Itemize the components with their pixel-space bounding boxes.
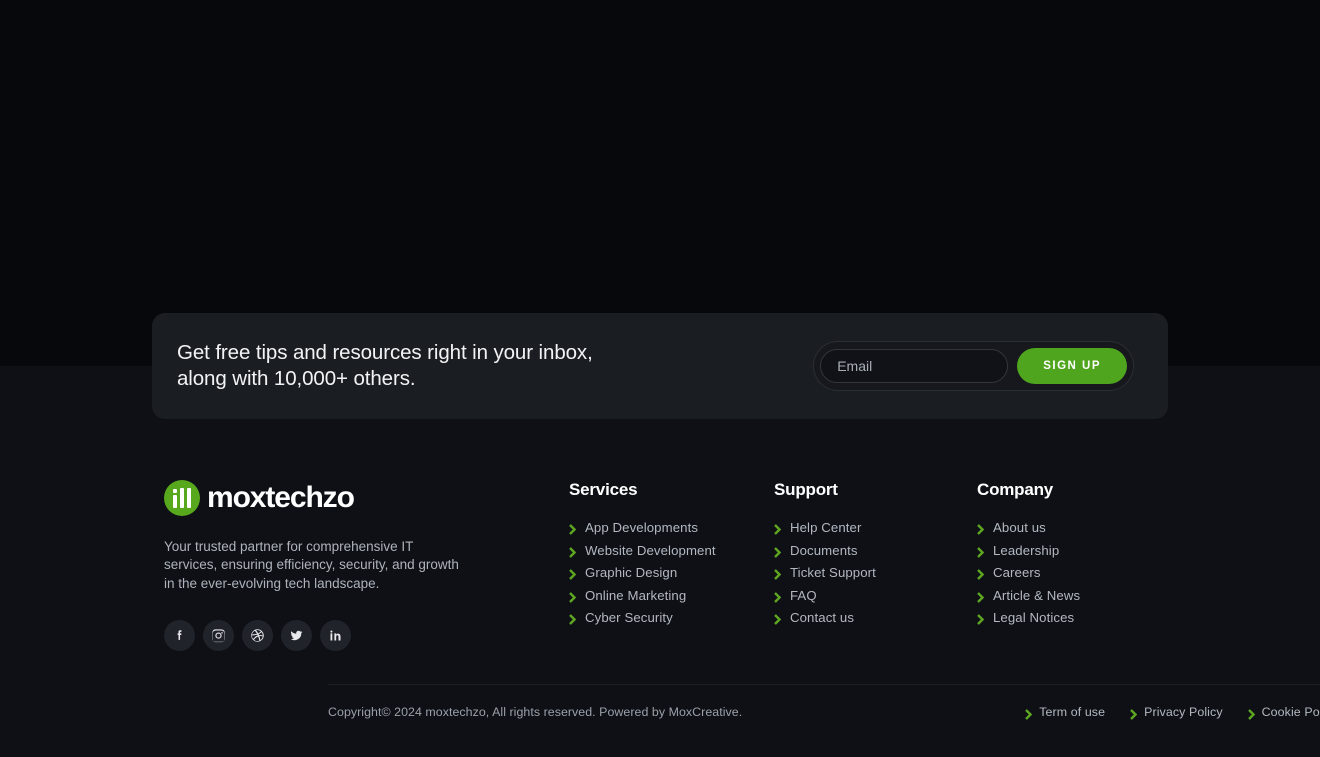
footer-link-ticket-support[interactable]: Ticket Support — [774, 565, 977, 580]
services-link-list: App Developments Website Development Gra… — [569, 520, 774, 625]
chevron-right-icon — [774, 567, 782, 581]
chevron-right-icon — [569, 612, 577, 626]
copyright-text: Copyright© 2024 moxtechzo, All rights re… — [328, 705, 743, 719]
footer-bottom-bar: Copyright© 2024 moxtechzo, All rights re… — [328, 705, 1320, 720]
footer-link-about-us[interactable]: About us — [977, 520, 1080, 535]
footer-link-label: Careers — [993, 565, 1041, 581]
chevron-right-icon — [774, 522, 782, 535]
legal-links: Term of use Privacy Policy Cookie Policy — [1025, 705, 1320, 720]
footer-link-faq[interactable]: FAQ — [774, 588, 977, 603]
email-input[interactable] — [820, 349, 1009, 383]
brand-logo[interactable]: moxtechzo — [164, 480, 569, 516]
chevron-right-icon — [569, 590, 577, 603]
page-background-upper — [0, 0, 1320, 366]
footer-brand-column: moxtechzo Your trusted partner for compr… — [164, 480, 569, 651]
footer-link-online-marketing[interactable]: Online Marketing — [569, 588, 774, 603]
brand-wordmark: moxtechzo — [207, 481, 355, 514]
support-link-list: Help Center Documents Ticket Support FAQ — [774, 520, 977, 625]
legal-link-cookie-policy[interactable]: Cookie Policy — [1247, 705, 1320, 720]
footer-link-label: Website Development — [585, 542, 716, 558]
footer-link-documents[interactable]: Documents — [774, 543, 977, 558]
footer-link-legal-notices[interactable]: Legal Notices — [977, 610, 1080, 625]
footer-link-cyber-security[interactable]: Cyber Security — [569, 610, 774, 625]
newsletter-card: Get free tips and resources right in you… — [152, 313, 1168, 419]
footer-link-label: Legal Notices — [993, 610, 1075, 626]
footer-link-label: Graphic Design — [585, 565, 678, 581]
footer-column-services: Services App Developments Website Develo… — [569, 480, 774, 651]
linkedin-icon[interactable] — [320, 619, 351, 651]
footer-link-label: App Developments — [585, 520, 699, 535]
social-links — [164, 619, 569, 651]
footer-link-label: Help Center — [790, 520, 862, 535]
facebook-icon[interactable] — [164, 619, 195, 651]
chevron-right-icon — [1025, 707, 1033, 720]
brand-description: Your trusted partner for comprehensive I… — [164, 539, 459, 591]
chevron-right-icon — [569, 567, 577, 581]
footer-link-app-developments[interactable]: App Developments — [569, 520, 774, 535]
footer-link-label: Ticket Support — [790, 565, 876, 581]
footer-link-label: Cyber Security — [585, 610, 673, 626]
footer-link-label: Documents — [790, 542, 858, 558]
twitter-icon[interactable] — [281, 619, 312, 651]
chevron-right-icon — [1247, 707, 1255, 720]
footer-link-website-development[interactable]: Website Development — [569, 543, 774, 558]
legal-link-label: Cookie Policy — [1261, 705, 1320, 719]
legal-link-term-of-use[interactable]: Term of use — [1025, 705, 1106, 720]
newsletter-signup-form: SIGN UP — [813, 341, 1134, 391]
footer-divider — [328, 684, 1320, 685]
dribbble-icon[interactable] — [242, 619, 273, 651]
newsletter-headline: Get free tips and resources right in you… — [177, 341, 593, 390]
footer-link-label: Article & News — [993, 587, 1081, 603]
site-footer: moxtechzo Your trusted partner for compr… — [0, 440, 1320, 757]
legal-link-label: Term of use — [1039, 705, 1106, 719]
footer-link-label: FAQ — [790, 587, 817, 603]
footer-column-company: Company About us Leadership Careers Arti… — [977, 480, 1080, 651]
footer-link-label: About us — [993, 520, 1046, 535]
moxtechzo-logo-icon — [164, 480, 200, 516]
legal-link-privacy-policy[interactable]: Privacy Policy — [1130, 705, 1223, 720]
sign-up-button[interactable]: SIGN UP — [1017, 348, 1127, 384]
footer-column-support: Support Help Center Documents Ticket Sup… — [774, 480, 977, 651]
footer-link-graphic-design[interactable]: Graphic Design — [569, 565, 774, 580]
chevron-right-icon — [977, 612, 985, 626]
legal-link-label: Privacy Policy — [1144, 705, 1223, 719]
chevron-right-icon — [977, 545, 985, 558]
footer-link-label: Online Marketing — [585, 587, 687, 603]
chevron-right-icon — [774, 590, 782, 603]
chevron-right-icon — [977, 590, 985, 603]
footer-link-label: Contact us — [790, 610, 855, 626]
column-title-support: Support — [774, 480, 838, 499]
chevron-right-icon — [977, 567, 985, 581]
chevron-right-icon — [569, 522, 577, 535]
footer-link-article-and-news[interactable]: Article & News — [977, 588, 1080, 603]
chevron-right-icon — [977, 522, 985, 535]
footer-link-careers[interactable]: Careers — [977, 565, 1080, 580]
footer-link-contact-us[interactable]: Contact us — [774, 610, 977, 625]
footer-link-label: Leadership — [993, 542, 1060, 558]
footer-columns: moxtechzo Your trusted partner for compr… — [164, 440, 1174, 651]
company-link-list: About us Leadership Careers Article & Ne… — [977, 520, 1080, 625]
chevron-right-icon — [774, 545, 782, 558]
column-title-company: Company — [977, 480, 1054, 499]
chevron-right-icon — [569, 545, 577, 558]
chevron-right-icon — [1130, 707, 1138, 720]
instagram-icon[interactable] — [203, 619, 234, 651]
footer-link-leadership[interactable]: Leadership — [977, 543, 1080, 558]
column-title-services: Services — [569, 480, 638, 499]
chevron-right-icon — [774, 612, 782, 626]
footer-link-help-center[interactable]: Help Center — [774, 520, 977, 535]
